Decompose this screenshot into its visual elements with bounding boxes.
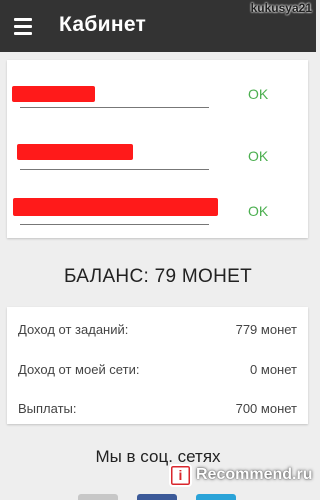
- field-row-1: OK: [7, 74, 308, 114]
- stat-label: Доход от моей сети:: [18, 362, 140, 377]
- social-button-1[interactable]: [78, 494, 118, 500]
- stat-label: Доход от заданий:: [18, 322, 129, 337]
- field-input-1[interactable]: [20, 107, 209, 108]
- watermark-username: kukusya21: [250, 1, 312, 15]
- redacted-field-value: [17, 144, 133, 160]
- field-input-2[interactable]: [20, 169, 209, 170]
- field-input-3[interactable]: [20, 224, 209, 225]
- balance-heading: БАЛАНС: 79 МОНЕТ: [63, 266, 253, 287]
- field-status-ok: OK: [248, 148, 269, 164]
- page-title: Кабинет: [59, 13, 147, 36]
- redacted-field-value: [12, 86, 95, 102]
- redacted-field-value: [13, 198, 218, 216]
- stat-value: 779 монет: [235, 322, 297, 337]
- recommend-watermark-text: Recommend.ru: [196, 466, 313, 483]
- social-buttons-row: [0, 494, 316, 500]
- field-status-ok: OK: [248, 86, 269, 102]
- social-button-facebook[interactable]: [137, 494, 177, 500]
- social-button-twitter[interactable]: [196, 494, 236, 500]
- field-status-ok: OK: [248, 203, 269, 219]
- recommend-logo-icon: i: [169, 463, 192, 487]
- income-stats-card: Доход от заданий: 779 монет Доход от мое…: [7, 307, 308, 424]
- hamburger-menu-icon[interactable]: [11, 14, 35, 38]
- stat-value: 700 монет: [235, 401, 297, 416]
- field-row-3: OK: [7, 191, 308, 231]
- stat-label: Выплаты:: [18, 401, 77, 416]
- stat-value: 0 монет: [250, 362, 297, 377]
- field-row-2: OK: [7, 136, 308, 176]
- account-fields-card: OK OK OK: [7, 60, 308, 238]
- recommend-watermark: i Recommend.ru: [169, 463, 312, 487]
